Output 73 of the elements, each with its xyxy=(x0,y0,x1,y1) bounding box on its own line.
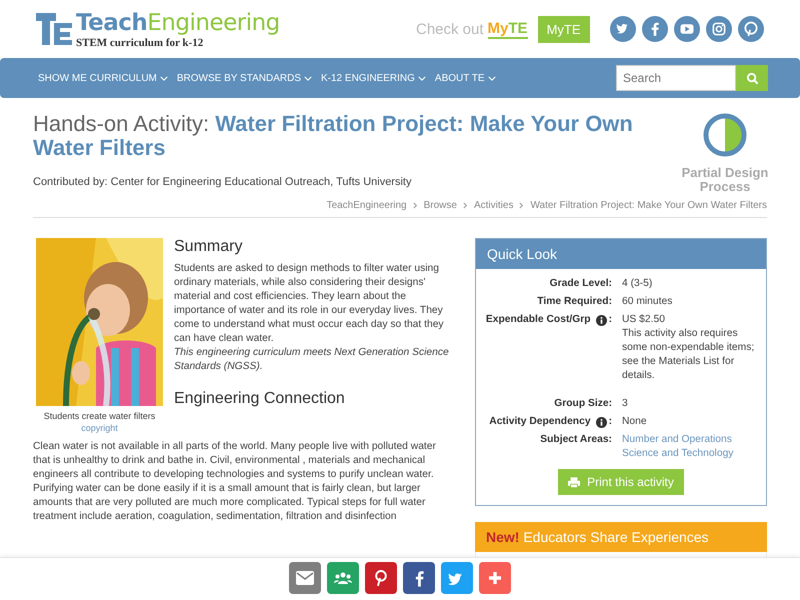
field-label: Expendable Cost/Grp xyxy=(486,313,591,327)
info-icon[interactable] xyxy=(596,416,607,428)
chevron-icon xyxy=(412,202,418,209)
search-field[interactable]: Search xyxy=(616,65,736,91)
field-value: 60 minutes xyxy=(622,295,674,309)
colon: : xyxy=(608,313,612,327)
tagline: STEM curriculum for k-12 xyxy=(76,37,204,49)
field-label: Group Size: xyxy=(554,397,612,411)
chevron-icon xyxy=(519,202,524,209)
contributor-text: Contributed by: Center for Engineering Educational Outreach, Tufts University xyxy=(33,176,412,188)
pinterest-icon[interactable] xyxy=(738,16,764,42)
ngss-note: This engineering curriculum meets Next Generation Science Standards (NGSS). xyxy=(174,346,450,374)
info-icon[interactable] xyxy=(596,314,607,326)
breadcrumb-link[interactable]: Activities xyxy=(474,200,514,211)
field-label: Time Required: xyxy=(537,295,612,309)
breadcrumb-link[interactable]: Water Filtration Project: Make Your Own Water Filters xyxy=(530,200,767,211)
section-heading: Engineering Connection xyxy=(174,390,346,408)
pinterest-icon xyxy=(374,569,388,587)
envelope-icon xyxy=(296,571,314,585)
chevron-down-icon xyxy=(418,76,426,80)
site-logo-text[interactable]: TeachEngineering xyxy=(76,9,280,37)
chevron-down-icon xyxy=(488,76,496,80)
subject-link[interactable]: Number and Operations xyxy=(622,433,758,447)
page-title: Hands-on Activity: Water Filtration Project: Make Your Own Water Filters xyxy=(33,112,634,160)
nav-menu-item[interactable]: SHOW ME CURRICULUM xyxy=(38,72,168,84)
people-icon xyxy=(334,572,352,584)
nav-menu-item[interactable]: BROWSE BY STANDARDS xyxy=(176,72,312,84)
promo-text: Check out xyxy=(416,20,484,38)
twitter-share-button[interactable] xyxy=(441,562,473,594)
nav-menu-item[interactable]: ABOUT TE xyxy=(434,72,496,84)
field-value: 4 (3-5) xyxy=(622,277,654,291)
youtube-icon[interactable] xyxy=(674,16,700,42)
plus-icon xyxy=(489,572,501,584)
more-share-button[interactable] xyxy=(479,562,511,594)
nav-menu-item[interactable]: K-12 ENGINEERING xyxy=(321,72,426,84)
facebook-icon xyxy=(414,570,424,586)
engineering-connection-text: Clean water is not available in all parts of the world. Many people live with polluted water that is unhealthy to drink and bathe in. Civil, environmental , materials and mechanical engineers all contribute to developing technologies and systems to purify unclean water. Purifying water can be done easily if it is a small amount that is fairly clean, but larger amounts that are very polluted are much more complicated. Typical steps for full water treatment include aeration, coagulation, sedimentation, filtration and disinfection xyxy=(33,440,437,524)
field-value: This activity also requires some non-expendable items; see the Materials List for details. xyxy=(622,327,756,383)
facebook-icon[interactable] xyxy=(642,16,668,42)
summary-text: Students are asked to design methods to filter water using ordinary materials, while also considering their designs' material and cost efficiencies. They learn about the importance of water and its role in our everyday lives. They come to understand what must occur each day so that they can have clean water. xyxy=(174,262,445,346)
copyright-link[interactable]: copyright xyxy=(81,422,118,434)
field-label: Subject Areas: xyxy=(540,433,612,447)
instagram-icon[interactable] xyxy=(706,16,732,42)
chevron-icon xyxy=(462,202,468,209)
logo-icon[interactable] xyxy=(36,11,72,47)
chevron-down-icon xyxy=(160,76,168,80)
field-label: Activity Dependency xyxy=(489,415,591,429)
design-process-label: Partial Design Process xyxy=(680,166,770,194)
printer-icon xyxy=(568,476,580,488)
pinterest-share-button[interactable] xyxy=(365,562,397,594)
myte-logo[interactable]: MyTE xyxy=(488,20,528,38)
myte-button[interactable]: MyTE xyxy=(538,16,590,42)
search-icon xyxy=(746,72,758,84)
classroom-share-button[interactable] xyxy=(327,562,359,594)
quick-look-title: Quick Look xyxy=(476,239,766,269)
breadcrumb-link[interactable]: TeachEngineering xyxy=(326,200,407,211)
subject-link[interactable]: Science and Technology xyxy=(622,447,758,461)
field-label: Grade Level: xyxy=(550,277,612,291)
section-heading: Summary xyxy=(174,238,244,256)
field-value: None xyxy=(622,415,648,429)
twitter-icon[interactable] xyxy=(610,16,636,42)
field-value: US $2.50 xyxy=(622,313,666,327)
colon: : xyxy=(608,415,612,429)
chevron-down-icon xyxy=(304,76,312,80)
image-caption: Students create water filters xyxy=(42,410,156,422)
half-circle-icon xyxy=(702,112,748,158)
search-button[interactable] xyxy=(736,65,768,91)
educators-panel-header: New! Educators Share Experiences xyxy=(475,522,767,552)
print-button[interactable]: Print this activity xyxy=(558,469,684,495)
breadcrumb-link[interactable]: Browse xyxy=(424,200,457,211)
facebook-share-button[interactable] xyxy=(403,562,435,594)
email-share-button[interactable] xyxy=(289,562,321,594)
field-value: 3 xyxy=(622,397,629,411)
